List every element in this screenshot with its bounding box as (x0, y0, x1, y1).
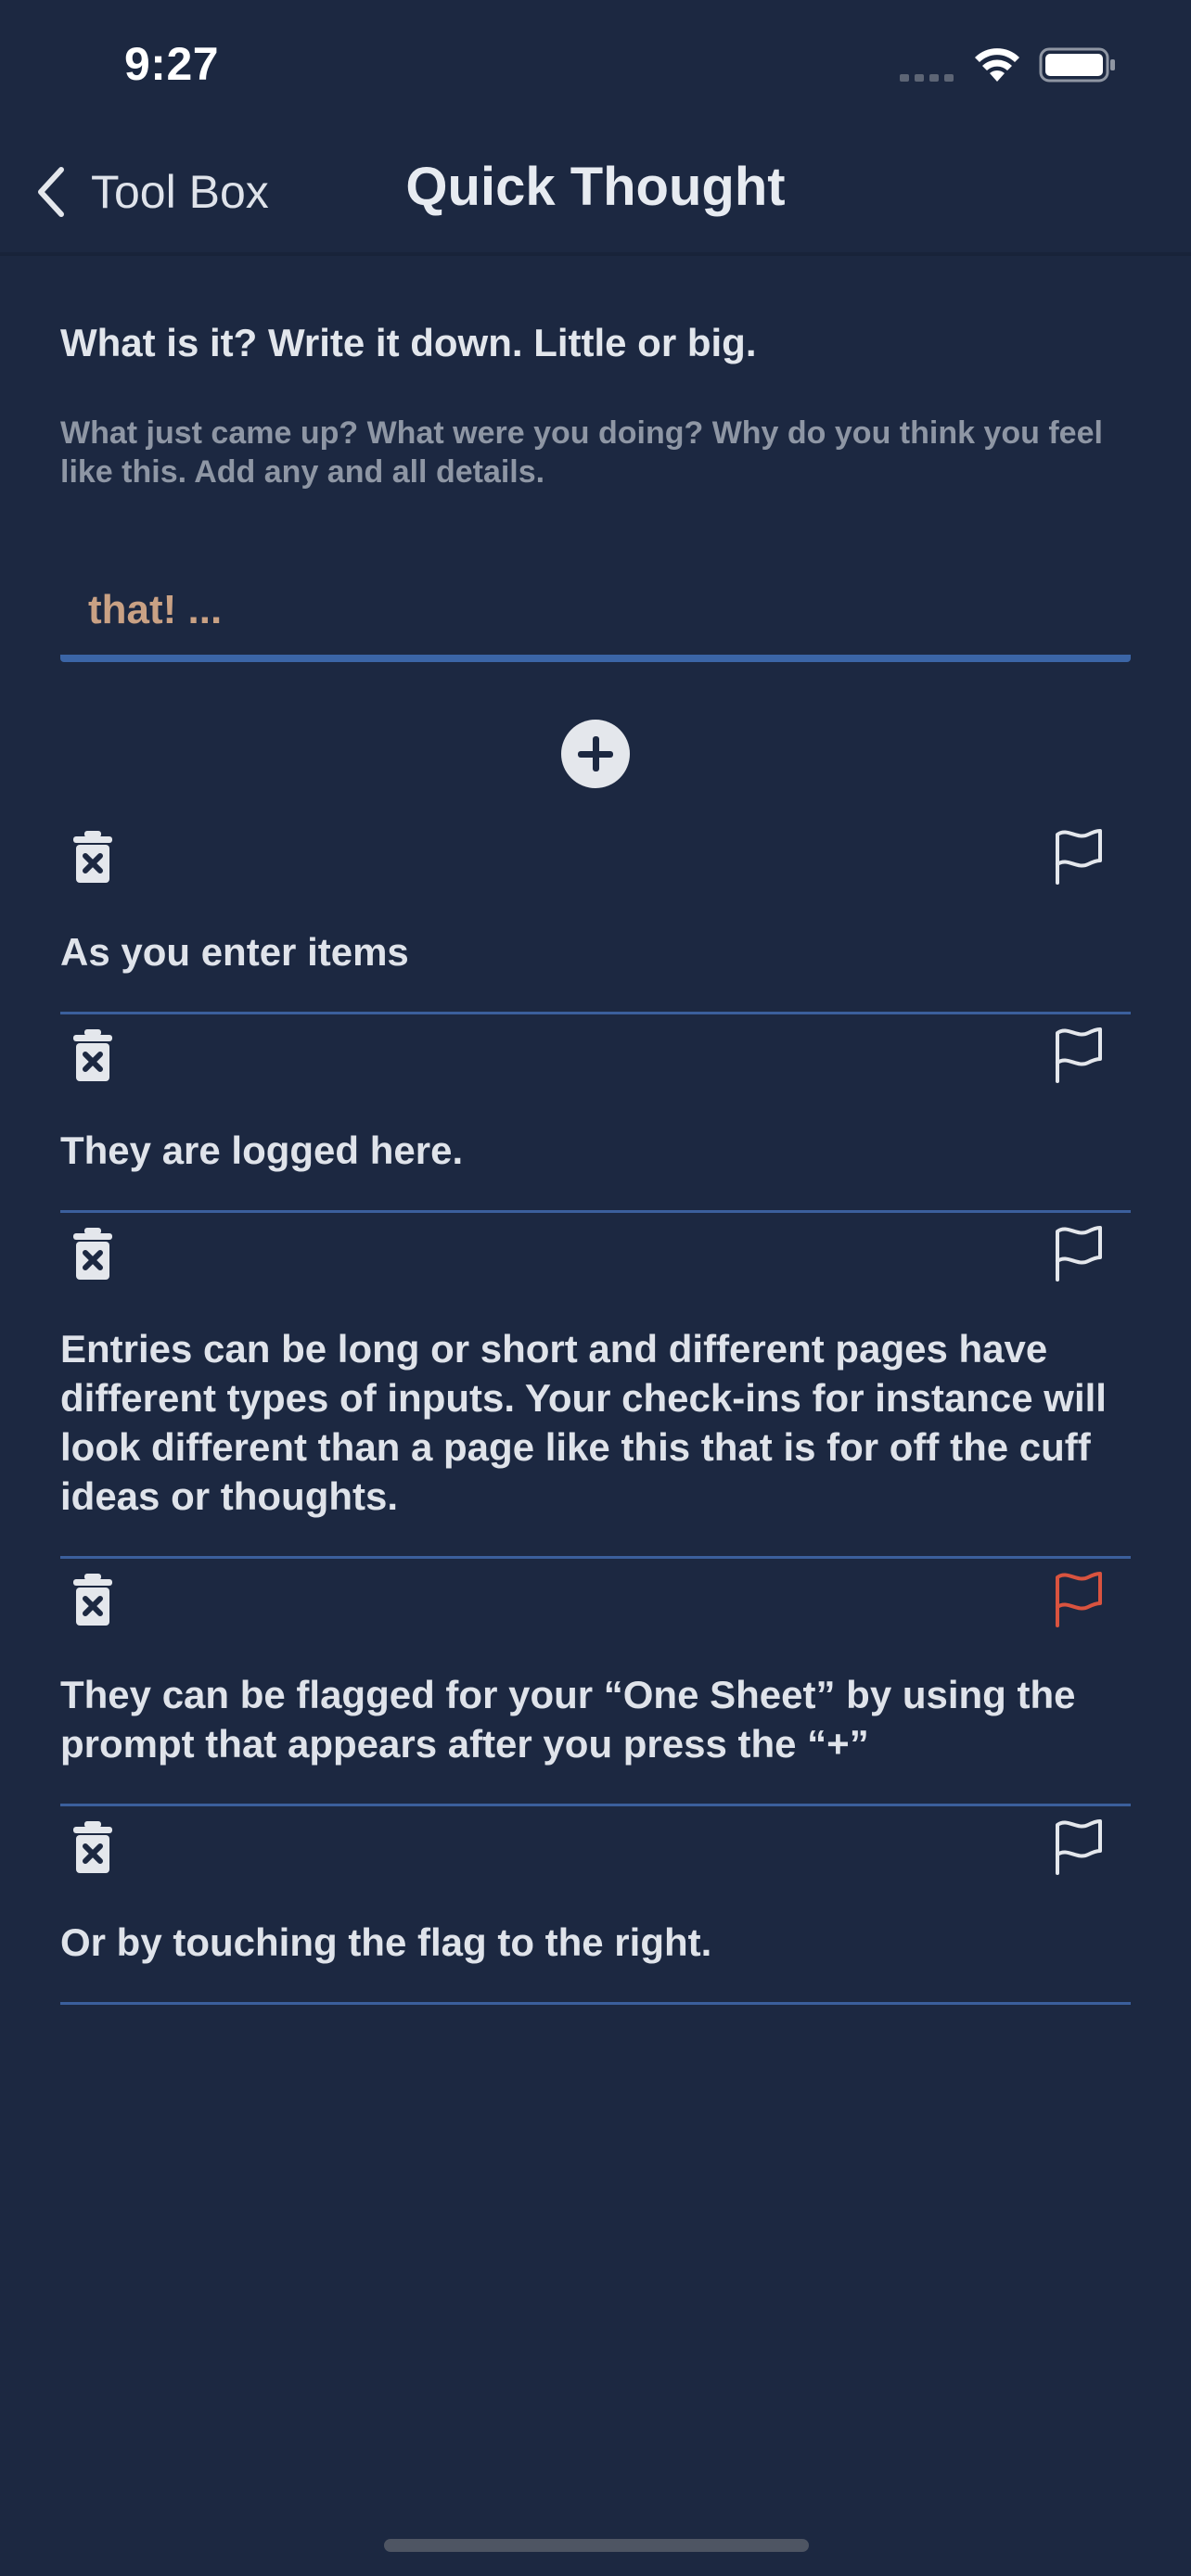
prompt-heading: What is it? Write it down. Little or big… (60, 321, 757, 364)
page-title: Quick Thought (405, 157, 786, 217)
log-item-text: Entries can be long or short and differe… (60, 1327, 1107, 1518)
prompt-subtext: What just came up? What were you doing? … (60, 415, 1103, 490)
log-item-text: As you enter items (60, 930, 409, 974)
log-item-text: Or by touching the flag to the right. (60, 1920, 712, 1964)
plus-icon (578, 736, 613, 772)
cellular-signal-icon (900, 74, 954, 82)
wifi-icon (975, 48, 1019, 82)
log-list: As you enter items They are logged here. (60, 816, 1131, 2005)
navigation-bar: Tool Box Quick Thought (0, 130, 1191, 254)
home-indicator (384, 2539, 809, 2552)
flag-icon-flagged[interactable] (1053, 1570, 1105, 1627)
status-time: 9:27 (124, 38, 220, 90)
flag-icon[interactable] (1053, 1817, 1105, 1875)
flag-icon[interactable] (1053, 1026, 1105, 1083)
battery-icon (1039, 47, 1115, 83)
flag-icon[interactable] (1053, 1224, 1105, 1282)
trash-icon[interactable] (71, 1226, 114, 1282)
trash-icon[interactable] (71, 829, 114, 885)
trash-icon[interactable] (71, 1819, 114, 1875)
log-item: As you enter items (60, 816, 1131, 1014)
trash-icon[interactable] (71, 1572, 114, 1627)
log-item: They can be flagged for your “One Sheet”… (60, 1559, 1131, 1806)
status-bar: 9:27 (0, 0, 1191, 130)
flag-icon[interactable] (1053, 827, 1105, 885)
log-item-text: They are logged here. (60, 1129, 464, 1172)
trash-icon[interactable] (71, 1027, 114, 1083)
log-item: Or by touching the flag to the right. (60, 1806, 1131, 2005)
thought-input[interactable] (60, 566, 1131, 662)
quick-thought-screen: 9:27 Tool Box Quick Thought What is it? … (0, 0, 1191, 2576)
log-item: They are logged here. (60, 1014, 1131, 1213)
add-entry-button[interactable] (561, 720, 630, 788)
log-item-text: They can be flagged for your “One Sheet”… (60, 1673, 1076, 1766)
log-item: Entries can be long or short and differe… (60, 1213, 1131, 1559)
